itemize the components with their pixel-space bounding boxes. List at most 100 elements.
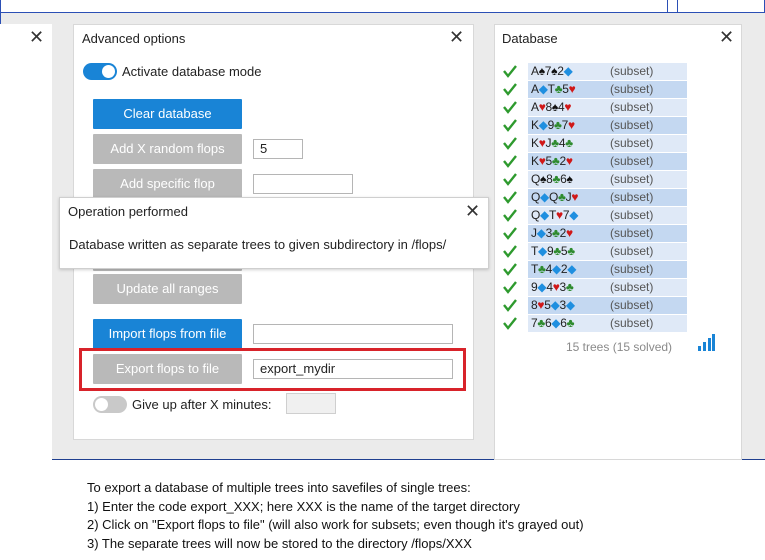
left-panel-close-icon[interactable]: ✕: [29, 29, 44, 47]
advanced-close-icon[interactable]: ✕: [449, 29, 464, 47]
card-rank: T: [531, 262, 539, 276]
check-icon: [503, 227, 517, 240]
database-row[interactable]: Q◆Q♣J♥ (subset): [528, 189, 687, 206]
flop-cards: K◆9♣7♥: [531, 117, 575, 134]
club-icon: ♣: [551, 154, 560, 168]
diamond-icon: ◆: [550, 298, 560, 312]
subset-label: (subset): [610, 190, 654, 204]
diamond-icon: ◆: [565, 298, 575, 312]
clear-database-button[interactable]: Clear database: [93, 99, 242, 129]
diamond-icon: ◆: [567, 262, 577, 276]
diamond-icon: ◆: [540, 190, 549, 204]
check-icon: [503, 119, 517, 132]
check-icon: [503, 83, 517, 96]
check-icon: [503, 281, 517, 294]
heart-icon: ♥: [538, 136, 546, 150]
club-icon: ♣: [567, 244, 575, 258]
database-row[interactable]: K♥J♣4♣ (subset): [528, 135, 687, 152]
check-icon: [503, 155, 517, 168]
check-icon: [503, 137, 517, 150]
advanced-options-title: Advanced options: [82, 31, 186, 46]
database-mode-label: Activate database mode: [122, 64, 262, 79]
database-row[interactable]: K◆9♣7♥ (subset): [528, 117, 687, 134]
subset-label: (subset): [610, 154, 654, 168]
import-flops-button[interactable]: Import flops from file: [93, 319, 242, 349]
heart-icon: ♥: [567, 118, 575, 132]
database-title: Database: [502, 31, 558, 46]
card-rank: K: [531, 118, 539, 132]
subset-label: (subset): [610, 280, 654, 294]
database-close-icon[interactable]: ✕: [719, 29, 734, 47]
flop-cards: 8♥5◆3◆: [531, 297, 575, 314]
spade-icon: ♠: [566, 172, 573, 186]
random-flops-count-input[interactable]: 5: [253, 139, 303, 159]
club-icon: ♣: [565, 280, 574, 294]
database-row[interactable]: T♣4◆2◆ (subset): [528, 261, 687, 278]
check-icon: [503, 317, 517, 330]
card-rank: Q: [531, 190, 541, 204]
database-row[interactable]: A◆T♣5♥ (subset): [528, 81, 687, 98]
top-divider: [677, 0, 678, 12]
subset-label: (subset): [610, 82, 654, 96]
database-footer: 15 trees (15 solved): [566, 340, 673, 354]
heart-icon: ♥: [538, 154, 546, 168]
database-row[interactable]: K♥5♣2♥ (subset): [528, 153, 687, 170]
dialog-message: Database written as separate trees to gi…: [69, 237, 447, 252]
heart-icon: ♥: [552, 280, 560, 294]
operation-dialog: Operation performed ✕ Database written a…: [59, 197, 489, 269]
heart-icon: ♥: [568, 82, 576, 96]
check-icon: [503, 173, 517, 186]
subset-label: (subset): [610, 226, 654, 240]
diamond-icon: ◆: [563, 64, 573, 78]
check-icon: [503, 191, 517, 204]
caption-line-2: 1) Enter the code export_XXX; here XXX i…: [87, 499, 520, 514]
dialog-close-icon[interactable]: ✕: [465, 203, 480, 221]
club-icon: ♣: [552, 226, 560, 240]
subset-label: (subset): [610, 244, 654, 258]
subset-label: (subset): [610, 100, 654, 114]
card-rank: A: [531, 82, 539, 96]
signal-bars-icon: [698, 334, 715, 351]
diamond-icon: ◆: [540, 208, 549, 222]
database-row[interactable]: A♠7♠2◆ (subset): [528, 63, 687, 80]
check-icon: [503, 299, 517, 312]
add-random-flops-button[interactable]: Add X random flops: [93, 134, 242, 164]
flop-cards: Q◆Q♣J♥: [531, 189, 578, 206]
caption-line-4: 3) The separate trees will now be stored…: [87, 536, 472, 551]
flop-cards: 7♣6◆6♣: [531, 315, 575, 332]
database-mode-toggle[interactable]: [83, 63, 117, 80]
database-row[interactable]: 7♣6◆6♣ (subset): [528, 315, 687, 332]
caption-line-3: 2) Click on "Export flops to file" (will…: [87, 517, 584, 532]
card-rank: Q: [531, 208, 541, 222]
subset-label: (subset): [610, 172, 654, 186]
check-icon: [503, 263, 517, 276]
database-row[interactable]: Q♠8♣6♠ (subset): [528, 171, 687, 188]
database-row[interactable]: T◆9♣5♣ (subset): [528, 243, 687, 260]
subset-label: (subset): [610, 64, 654, 78]
heart-icon: ♥: [556, 208, 563, 222]
update-ranges-button[interactable]: Update all ranges: [93, 274, 242, 304]
database-row[interactable]: J◆3♣2♥ (subset): [528, 225, 687, 242]
database-row[interactable]: Q◆T♥7◆ (subset): [528, 207, 687, 224]
heart-icon: ♥: [538, 100, 546, 114]
card-rank: K: [531, 136, 539, 150]
diamond-icon: ◆: [538, 82, 548, 96]
specific-flop-input[interactable]: [253, 174, 353, 194]
add-specific-flop-button[interactable]: Add specific flop: [93, 169, 242, 199]
club-icon: ♣: [538, 262, 546, 276]
check-icon: [503, 245, 517, 258]
top-panel-strip: [0, 0, 765, 13]
export-highlight-box: [79, 348, 466, 391]
flop-cards: J◆3♣2♥: [531, 225, 573, 242]
club-icon: ♣: [566, 316, 575, 330]
give-up-minutes-input[interactable]: [286, 393, 336, 414]
heart-icon: ♥: [564, 100, 572, 114]
database-row[interactable]: A♥8♠4♥ (subset): [528, 99, 687, 116]
top-divider: [667, 0, 668, 12]
heart-icon: ♥: [565, 226, 573, 240]
database-row[interactable]: 8♥5◆3◆ (subset): [528, 297, 687, 314]
database-row[interactable]: 9◆4♥3♣ (subset): [528, 279, 687, 296]
give-up-toggle[interactable]: [93, 396, 127, 413]
subset-label: (subset): [610, 316, 654, 330]
import-file-input[interactable]: [253, 324, 453, 344]
